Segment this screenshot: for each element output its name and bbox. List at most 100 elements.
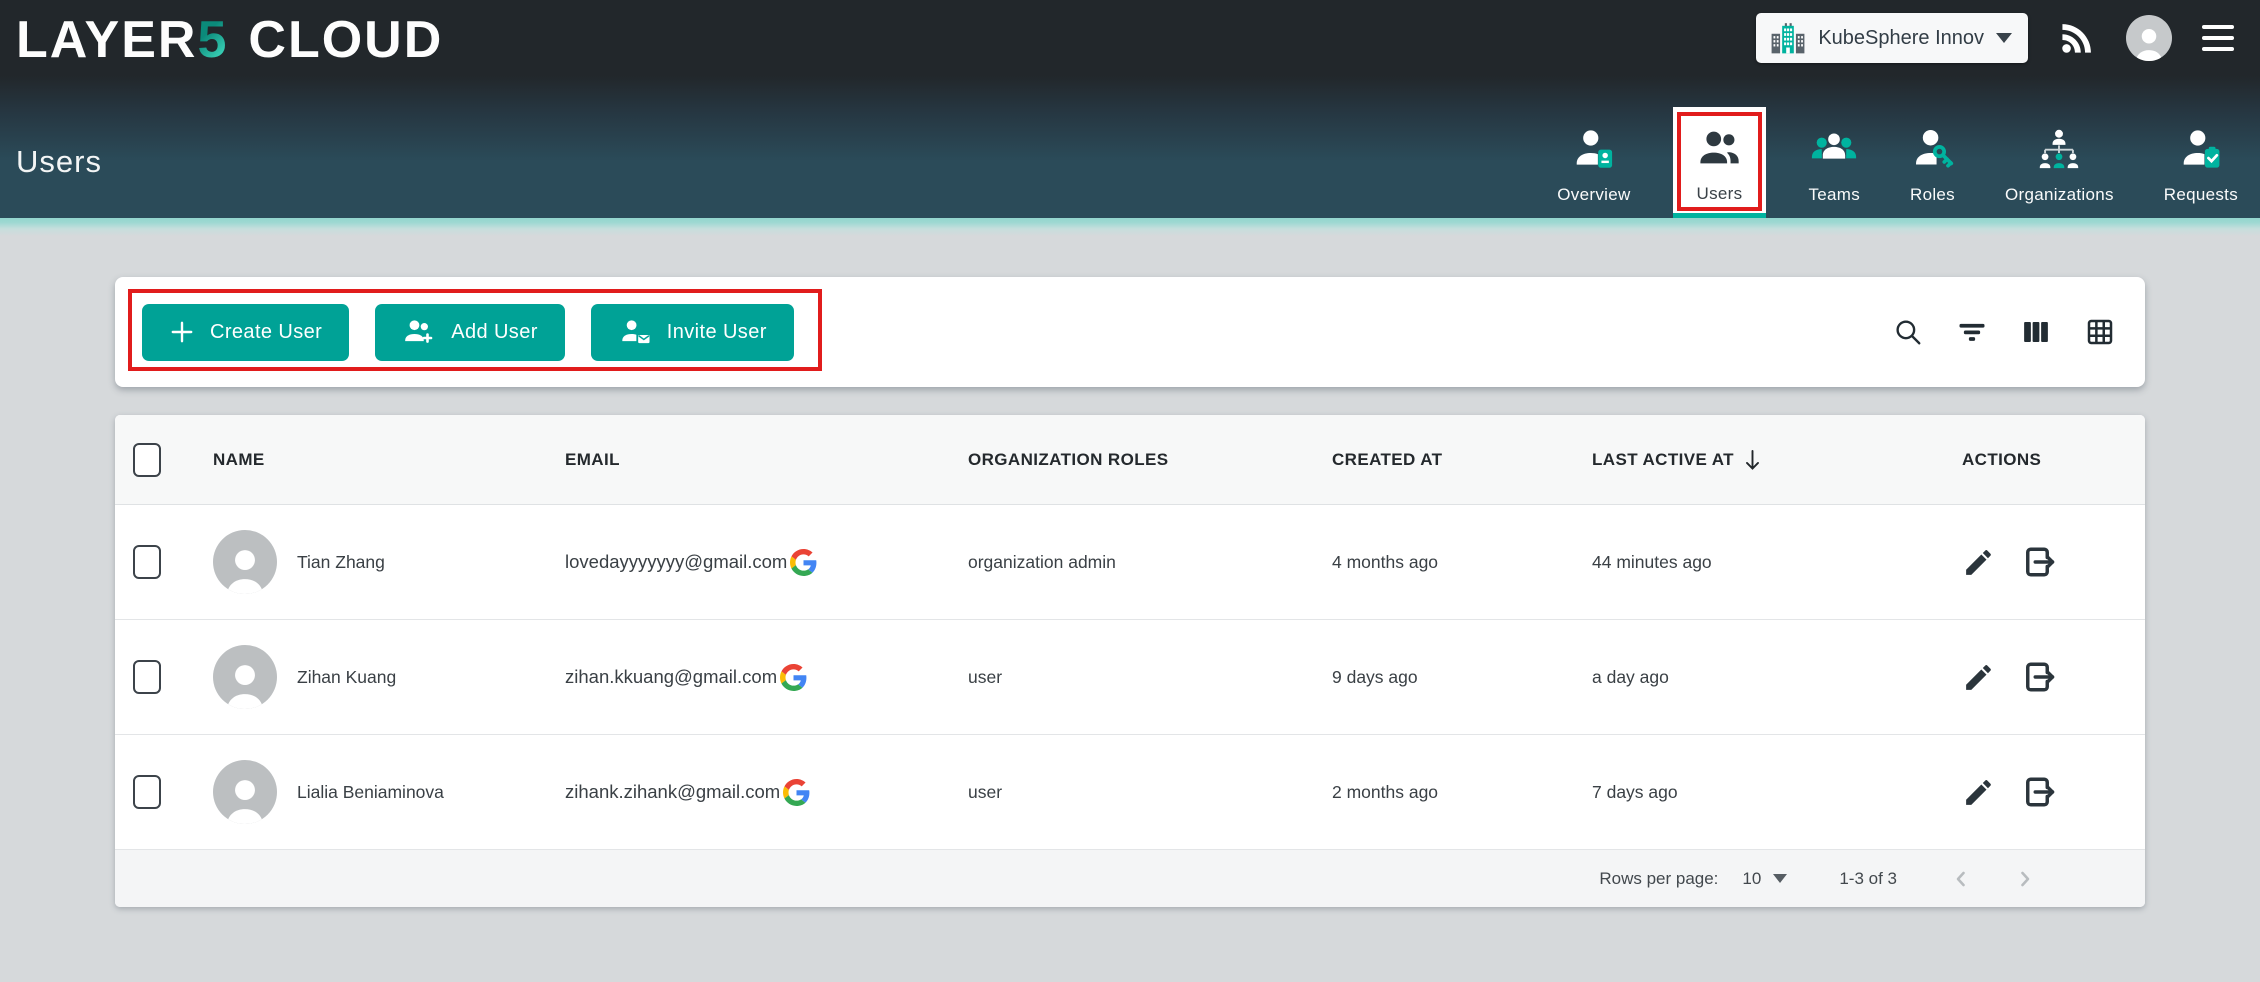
org-selector[interactable]: KubeSphere Innov [1756,13,2028,63]
edit-user-icon[interactable] [1962,546,1995,579]
users-icon [1698,129,1740,174]
user-last-active-at: 44 minutes ago [1592,552,1950,573]
column-header-actions: ACTIONS [1950,450,2145,470]
chevron-down-icon [1773,874,1787,883]
add-user-label: Add User [451,321,538,344]
column-header-email[interactable]: EMAIL [565,450,968,470]
create-user-button[interactable]: Create User [142,304,349,361]
user-org-roles: user [968,667,1332,688]
sort-desc-icon[interactable] [1744,448,1761,472]
menu-icon[interactable] [2202,25,2234,51]
google-icon [780,664,807,691]
tab-requests-label: Requests [2164,185,2238,205]
table-row: Zihan Kuang zihan.kkuang@gmail.com user … [115,620,2145,735]
remove-user-icon[interactable] [2021,659,2057,695]
teams-icon [1811,130,1857,175]
user-created-at: 4 months ago [1332,552,1592,573]
row-checkbox[interactable] [133,545,161,579]
remove-user-icon[interactable] [2021,774,2057,810]
building-icon [1770,22,1806,54]
tab-overview-label: Overview [1557,185,1630,205]
requests-icon [2180,128,2222,175]
logo-five-text: 5 [197,14,228,66]
select-all-checkbox[interactable] [133,443,161,477]
tab-users-label: Users [1697,184,1743,204]
user-name: Tian Zhang [297,552,385,573]
next-page-icon[interactable] [2013,867,2037,891]
add-user-button[interactable]: Add User [375,304,565,361]
pagination-range: 1-3 of 3 [1839,869,1897,889]
avatar-icon [2126,15,2172,61]
overview-icon [1573,128,1615,175]
user-last-active-at: a day ago [1592,667,1950,688]
column-header-name[interactable]: NAME [213,450,565,470]
tab-teams-label: Teams [1808,185,1860,205]
edit-user-icon[interactable] [1962,661,1995,694]
user-name: Zihan Kuang [297,667,396,688]
tab-users[interactable]: Users [1673,107,1767,218]
layer5-cloud-logo: LAYER5 CLOUD [16,14,443,66]
search-icon[interactable] [1893,317,1923,347]
column-header-created-at[interactable]: CREATED AT [1332,450,1592,470]
columns-view-icon[interactable] [2021,317,2051,347]
logo-cloud-text: CLOUD [248,14,443,66]
grid-view-icon[interactable] [2085,317,2115,347]
nav-tabs: Overview Users [1549,107,2246,218]
chevron-down-icon [1996,33,2012,43]
rows-per-page-select[interactable]: 10 [1742,869,1787,889]
tab-roles[interactable]: Roles [1902,114,1963,218]
user-email: zihank.zihank@gmail.com [565,781,780,803]
create-user-label: Create User [210,321,322,344]
table-row: Lialia Beniaminova zihank.zihank@gmail.c… [115,735,2145,850]
tab-organizations-label: Organizations [2005,185,2114,205]
page-title: Users [16,144,102,180]
org-selector-label: KubeSphere Innov [1818,27,1984,50]
person-mail-icon [618,318,652,346]
logo-layer-text: LAYER [16,14,197,66]
avatar [213,760,277,824]
user-avatar[interactable] [2126,15,2172,61]
column-header-org-roles[interactable]: ORGANIZATION ROLES [968,450,1332,470]
edit-user-icon[interactable] [1962,776,1995,809]
column-header-last-active-at[interactable]: LAST ACTIVE AT [1592,448,1950,472]
user-email: lovedayyyyyyy@gmail.com [565,551,787,573]
google-icon [783,779,810,806]
invite-user-button[interactable]: Invite User [591,304,794,361]
toolbar-buttons: Create User Add User [142,277,794,387]
user-created-at: 9 days ago [1332,667,1592,688]
google-icon [790,549,817,576]
toolbar: Create User Add User [115,277,2145,387]
last-active-at-label: LAST ACTIVE AT [1592,450,1734,470]
tab-requests[interactable]: Requests [2156,114,2246,218]
user-created-at: 2 months ago [1332,782,1592,803]
rows-per-page-value: 10 [1742,869,1761,889]
feed-icon[interactable] [2058,19,2096,57]
page-navbar: Users Overview [0,76,2260,218]
tab-overview[interactable]: Overview [1549,114,1638,218]
row-checkbox[interactable] [133,775,161,809]
roles-icon [1912,128,1954,175]
organizations-icon [2037,128,2081,175]
table-row: Tian Zhang lovedayyyyyyy@gmail.com organ… [115,505,2145,620]
tab-organizations[interactable]: Organizations [1997,114,2122,218]
user-name: Lialia Beniaminova [297,782,444,803]
user-org-roles: organization admin [968,552,1332,573]
table-tools [1893,277,2115,387]
tab-teams[interactable]: Teams [1800,114,1868,218]
avatar [213,530,277,594]
person-add-icon [402,318,436,346]
remove-user-icon[interactable] [2021,544,2057,580]
row-checkbox[interactable] [133,660,161,694]
user-org-roles: user [968,782,1332,803]
filter-icon[interactable] [1957,317,1987,347]
plus-icon [169,319,195,345]
table-header-row: NAME EMAIL ORGANIZATION ROLES CREATED AT… [115,415,2145,505]
app-header: LAYER5 CLOUD [0,0,2260,76]
users-table: NAME EMAIL ORGANIZATION ROLES CREATED AT… [115,415,2145,907]
rows-per-page-label: Rows per page: [1599,869,1718,889]
table-pagination: Rows per page: 10 1-3 of 3 [115,850,2145,907]
tab-roles-label: Roles [1910,185,1955,205]
invite-user-label: Invite User [667,321,767,344]
previous-page-icon[interactable] [1949,867,1973,891]
user-email: zihan.kkuang@gmail.com [565,666,777,688]
